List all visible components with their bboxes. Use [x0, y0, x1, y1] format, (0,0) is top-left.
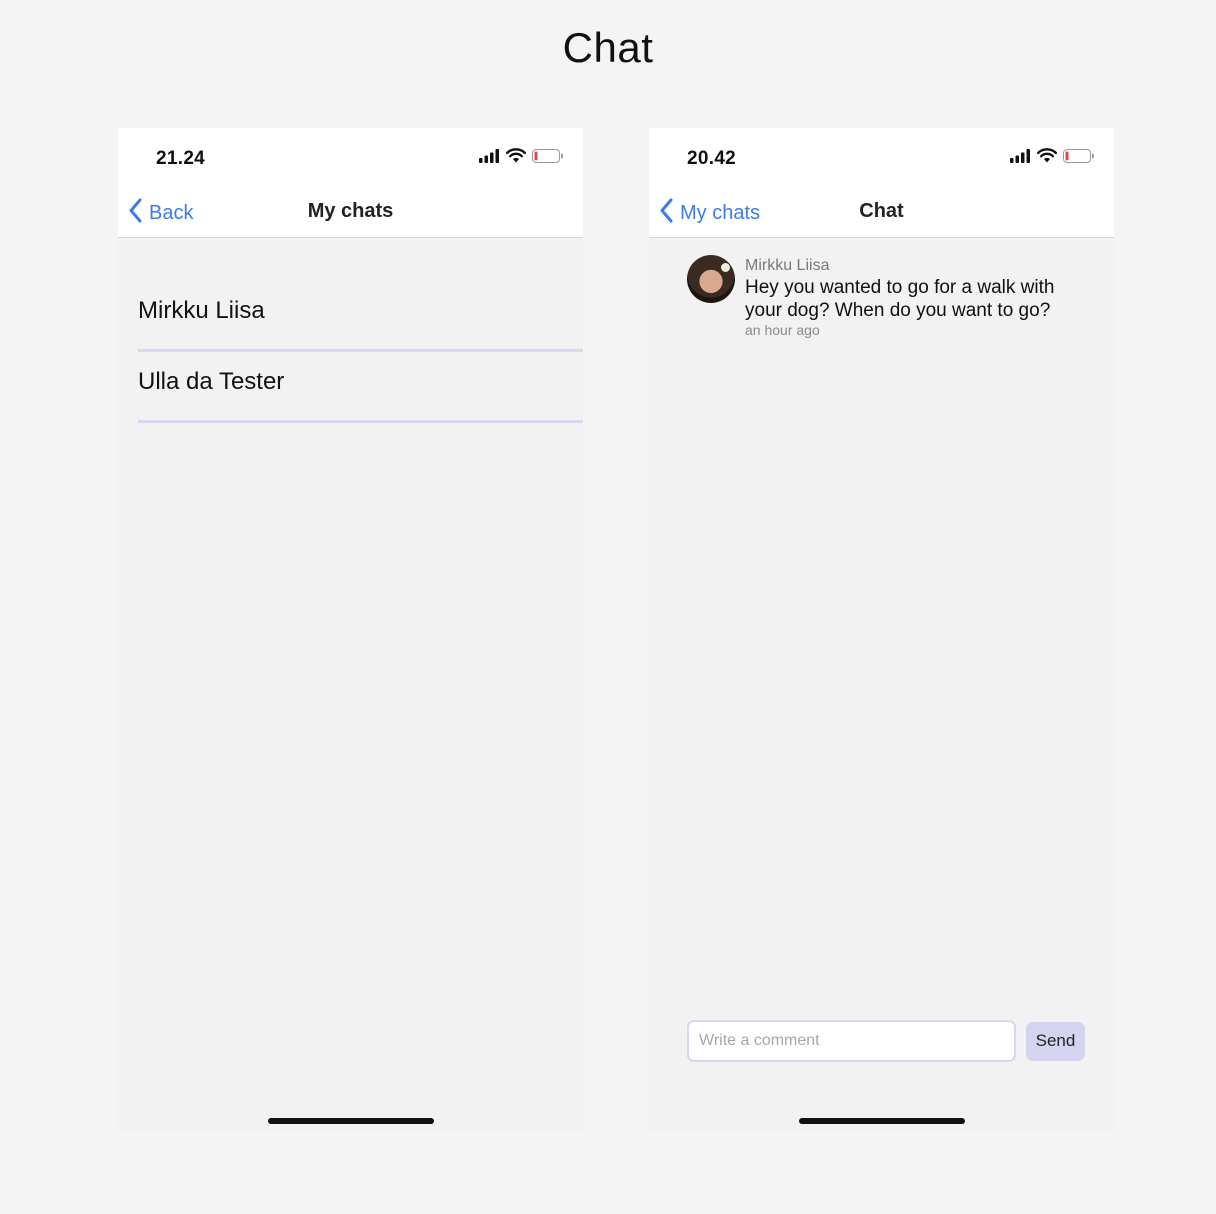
nav-bar: Back My chats [118, 188, 583, 238]
signal-icon [1010, 148, 1031, 168]
status-bar: 20.42 [649, 128, 1114, 188]
status-icons [479, 148, 564, 168]
message-text: Hey you wanted to go for a walk with you… [745, 277, 1055, 321]
battery-low-icon [532, 148, 564, 168]
nav-title: Chat [859, 200, 904, 222]
status-time: 21.24 [156, 148, 206, 169]
chat-list-item[interactable]: Mirkku Liisa [138, 238, 583, 352]
wifi-icon [1037, 148, 1057, 168]
phone-screen-chat: 20.42 My chats Chat Mirkku Liisa Hey you… [649, 128, 1114, 1133]
chat-message: Mirkku Liisa Hey you wanted to go for a … [687, 255, 1084, 338]
chat-contact-name: Mirkku Liisa [138, 297, 265, 324]
home-indicator [799, 1118, 965, 1124]
signal-icon [479, 148, 500, 168]
comment-input[interactable] [687, 1020, 1016, 1062]
page-title: Chat [562, 24, 654, 71]
avatar-flower [721, 263, 730, 272]
chat-list-item[interactable]: Ulla da Tester [138, 352, 583, 423]
status-icons [1010, 148, 1095, 168]
chat-contact-name: Ulla da Tester [138, 368, 285, 395]
avatar[interactable] [687, 255, 735, 303]
message-timestamp: an hour ago [745, 322, 820, 338]
send-button[interactable]: Send [1026, 1021, 1085, 1061]
battery-low-icon [1063, 148, 1095, 168]
status-time: 20.42 [687, 148, 737, 169]
home-indicator [268, 1118, 434, 1124]
status-bar: 21.24 [118, 128, 583, 188]
nav-title: My chats [307, 200, 394, 222]
wifi-icon [506, 148, 526, 168]
message-sender: Mirkku Liisa [745, 257, 830, 274]
nav-bar: My chats Chat [649, 188, 1114, 238]
message-composer: Send [687, 1020, 1085, 1062]
phone-screen-my-chats: 21.24 Back My chats Mirkku Liisa Ulla da… [118, 128, 583, 1133]
message-body: Mirkku Liisa Hey you wanted to go for a … [745, 255, 1075, 338]
chat-list: Mirkku Liisa Ulla da Tester [138, 238, 583, 423]
